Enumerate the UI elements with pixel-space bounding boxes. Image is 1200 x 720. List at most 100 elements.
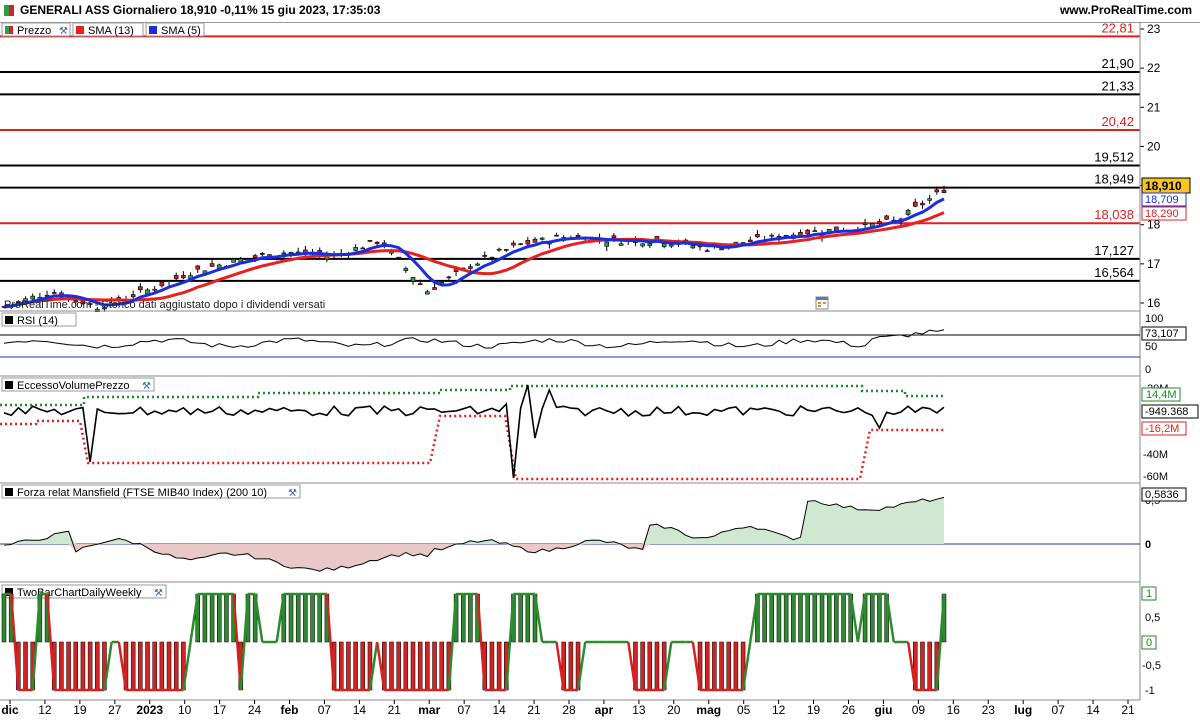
x-tick-label: mag xyxy=(696,703,721,717)
x-tick-label: 20 xyxy=(667,703,681,717)
mans-badge: 0,5836 xyxy=(1145,489,1179,501)
volume-panel: EccessoVolumePrezzo ⚒ 20M -40M -60M 14,4… xyxy=(0,377,1199,483)
candle-body xyxy=(417,283,423,286)
level-label: 16,564 xyxy=(1094,265,1134,280)
twobar-bar xyxy=(841,593,846,643)
rsi-label: RSI (14) xyxy=(17,315,58,327)
twobar-panel: TwoBarChartDailyWeekly ⚒ 0,5 -0,5 -1 1 0 xyxy=(1,584,1161,697)
twobar-bar xyxy=(396,641,401,691)
x-tick-label: 07 xyxy=(318,703,332,717)
twobar-bar xyxy=(224,593,229,643)
candle-body xyxy=(403,268,409,271)
x-tick-label: mar xyxy=(418,703,440,717)
x-tick-label: 23 xyxy=(982,703,996,717)
chart-canvas[interactable]: 22,8121,9021,3320,4219,51218,94918,03817… xyxy=(0,0,1200,720)
twobar-bar xyxy=(166,641,172,691)
twobar-bar xyxy=(425,641,430,691)
twobar-bar xyxy=(769,593,775,643)
price-tick: 22 xyxy=(1147,61,1161,75)
level-label: 18,038 xyxy=(1094,207,1134,222)
level-label: 22,81 xyxy=(1101,20,1134,35)
x-tick-label: 12 xyxy=(38,703,52,717)
twobar-label: TwoBarChartDailyWeekly xyxy=(17,587,142,599)
twobar-bar xyxy=(23,641,28,691)
price-legend[interactable]: Prezzo ⚒ SMA (13) SMA (5) xyxy=(1,22,205,37)
vol-badge-upper: 14,4M xyxy=(1146,389,1177,401)
twobar-bar xyxy=(927,641,932,691)
x-tick-label: 26 xyxy=(842,703,856,717)
twobar-bar xyxy=(719,641,724,691)
twobar-bar xyxy=(704,641,710,691)
twobar-bar xyxy=(812,593,818,643)
candle-body xyxy=(769,234,775,237)
level-label: 21,90 xyxy=(1101,56,1134,71)
x-tick-label: 19 xyxy=(807,703,821,717)
candle-body xyxy=(575,234,581,237)
twobar-bar xyxy=(173,641,179,691)
chart-window: GENERALI ASS Giornaliero 18,910 -0,11% 1… xyxy=(0,0,1200,720)
candle-body xyxy=(525,240,531,245)
tb-tick-m05: -0,5 xyxy=(1142,660,1161,672)
twobar-bar xyxy=(288,593,294,643)
candle-body xyxy=(245,258,251,260)
mansfield-panel: Forza relat Mansfield (FTSE MIB40 Index)… xyxy=(0,484,1187,572)
x-tick-label: 28 xyxy=(562,703,576,717)
candle-body xyxy=(432,287,437,290)
candle-body xyxy=(252,255,258,258)
price-axis: 1617181920212223 xyxy=(1140,22,1161,310)
twobar-bar xyxy=(209,593,215,643)
twobar-bar xyxy=(317,593,322,643)
candle-body xyxy=(166,280,172,282)
tb-badge-top: 1 xyxy=(1146,588,1152,600)
candle-body xyxy=(181,275,186,279)
price-levels: 22,81 21,90 21,33 20,42 19,512 18,949 18,038 17… xyxy=(0,20,1140,282)
twobar-bar xyxy=(1,593,7,643)
wrench-icon[interactable]: ⚒ xyxy=(288,488,297,499)
twobar-bar xyxy=(712,641,717,691)
candle-body xyxy=(920,202,925,206)
legend-prezzo: Prezzo xyxy=(17,25,51,37)
candle-body xyxy=(396,256,401,259)
sma5-badge: 18,709 xyxy=(1145,194,1179,206)
vol-lower-line xyxy=(0,414,946,481)
candle-body xyxy=(604,241,610,247)
x-tick-label: 17 xyxy=(213,703,227,717)
candle-body xyxy=(496,248,502,251)
x-tick-label: 13 xyxy=(632,703,646,717)
twobar-bar xyxy=(66,641,71,691)
x-tick-label: 05 xyxy=(737,703,751,717)
twobar-bar xyxy=(791,593,796,643)
twobar-bar xyxy=(733,641,739,691)
wrench-icon[interactable]: ⚒ xyxy=(154,588,163,599)
candle-body xyxy=(482,255,488,257)
candle-body xyxy=(747,239,753,243)
calendar-icon[interactable] xyxy=(815,296,829,310)
wrench-icon[interactable]: ⚒ xyxy=(59,26,68,37)
candle-body xyxy=(690,245,696,249)
candle-body xyxy=(374,241,380,244)
level-label: 18,949 xyxy=(1094,172,1134,187)
candle-body xyxy=(152,288,157,291)
twobar-bar xyxy=(346,641,351,691)
twobar-bar xyxy=(776,593,782,643)
rsi-tick-100: 100 xyxy=(1145,313,1163,325)
twobar-bar xyxy=(805,593,810,643)
twobar-bar xyxy=(202,593,208,643)
twobar-bar xyxy=(568,641,574,691)
candle-body xyxy=(934,189,940,193)
level-label: 17,127 xyxy=(1094,243,1134,258)
twobar-bar xyxy=(295,593,301,643)
candle-body xyxy=(941,189,947,194)
twobar-bar xyxy=(834,593,839,643)
twobar-bar xyxy=(654,641,660,691)
twobar-bar xyxy=(439,641,444,691)
candle-body xyxy=(905,209,911,215)
x-tick-label: 24 xyxy=(248,703,262,717)
candle-body xyxy=(719,248,724,251)
price-series xyxy=(1,185,947,313)
twobar-bar xyxy=(389,641,394,691)
wrench-icon[interactable]: ⚒ xyxy=(142,381,151,392)
candle-body xyxy=(360,247,366,250)
candle-body xyxy=(518,243,523,245)
x-tick-label: lug xyxy=(1014,703,1032,717)
